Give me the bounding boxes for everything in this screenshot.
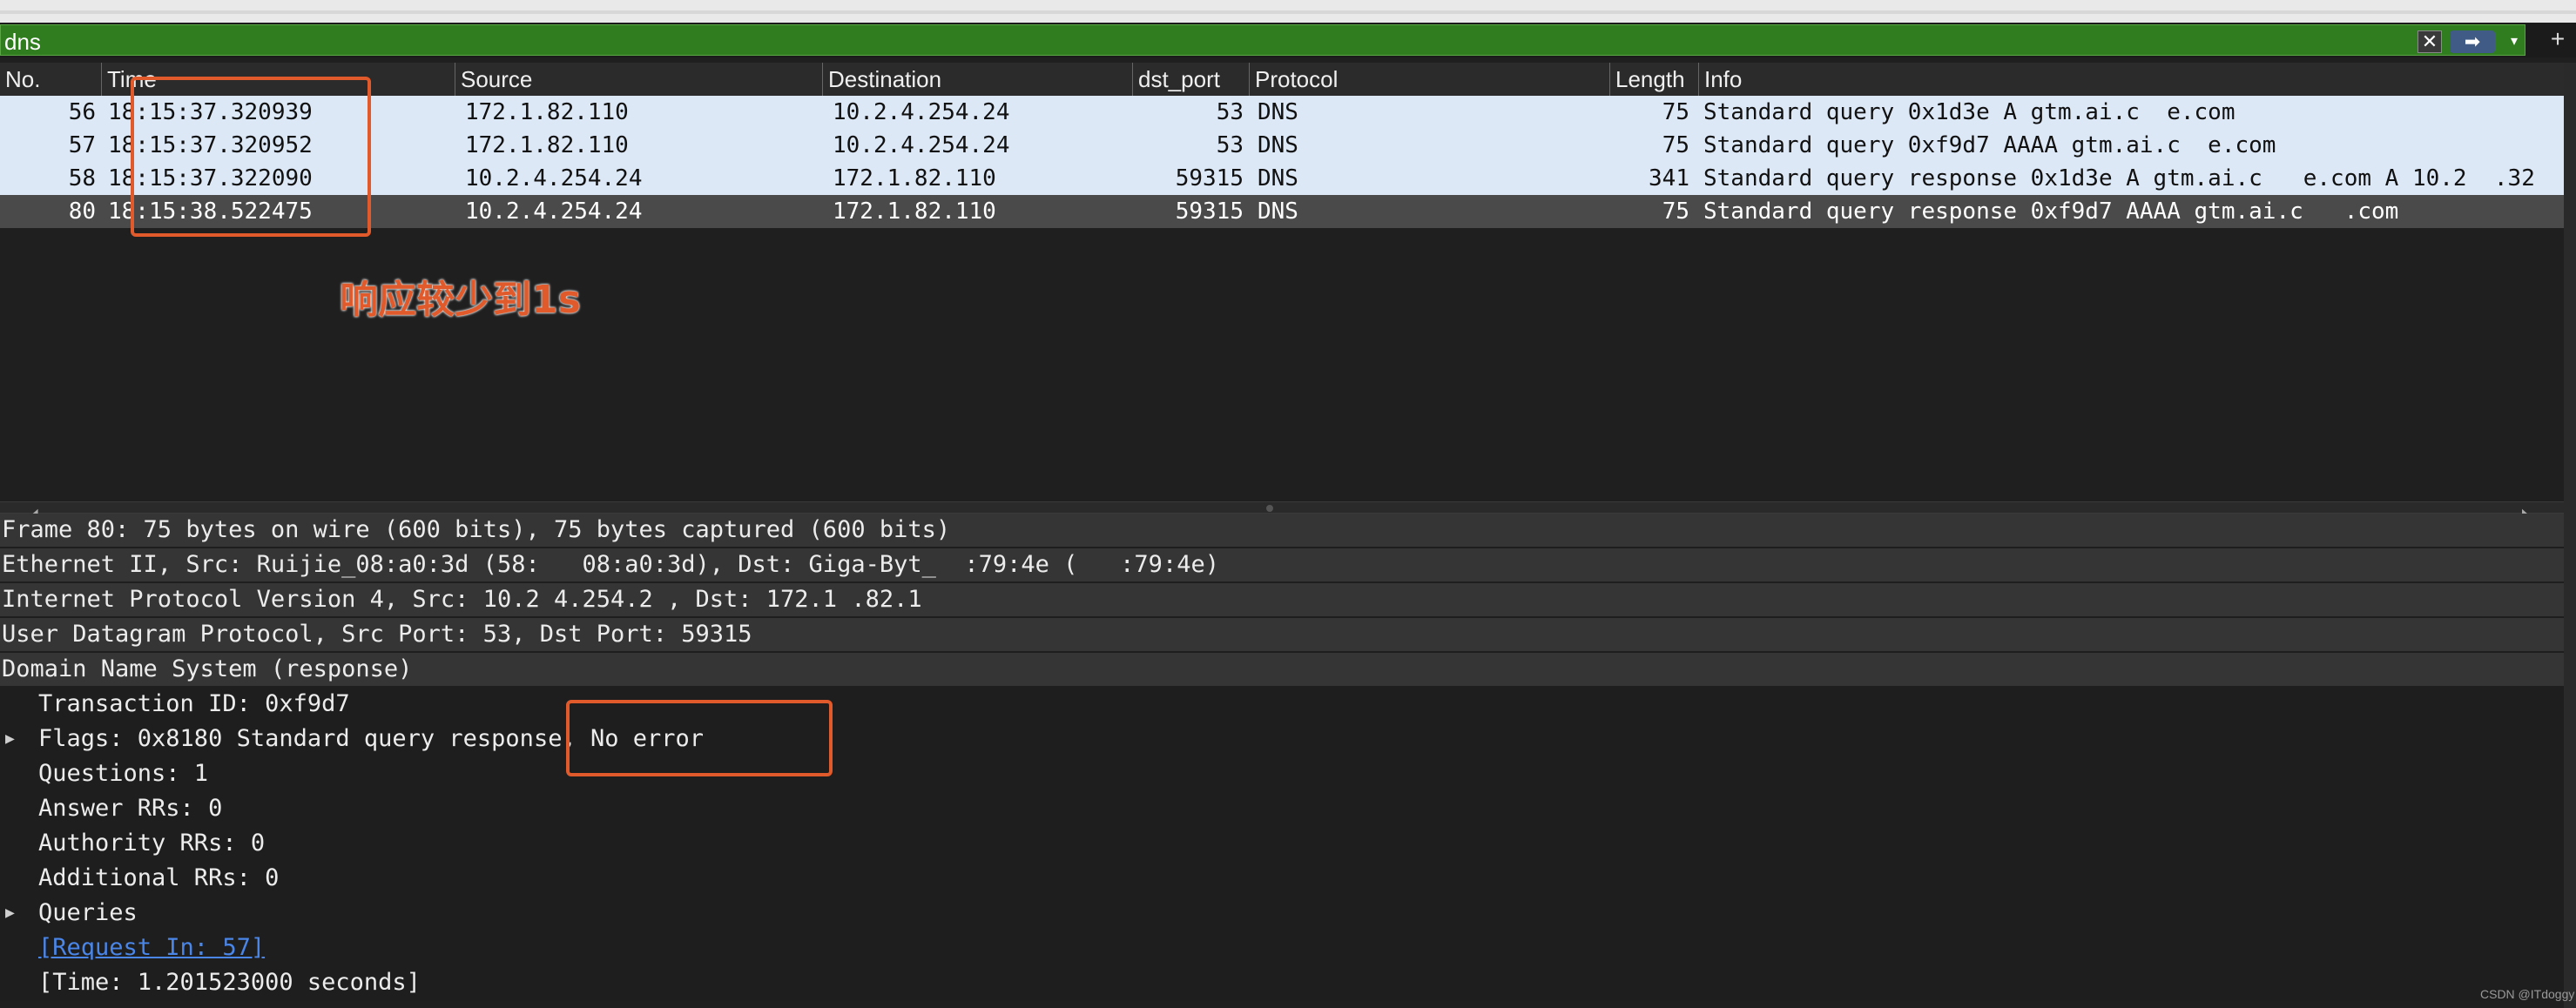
packet-dst-port: 53 [1216,99,1244,125]
packet-info: Standard query 0xf9d7 AAAA gtm.ai.c e.co… [1703,132,2276,158]
detail-ethernet[interactable]: Ethernet II, Src: Ruijie_08:a0:3d (58: 0… [0,548,2564,581]
expand-triangle-icon[interactable]: ▶ [5,722,15,756]
packet-dst-port: 59315 [1175,198,1244,225]
add-filter-button-icon[interactable]: + [2545,26,2571,52]
packet-source: 10.2.4.254.24 [465,165,643,192]
packet-protocol: DNS [1258,132,1298,158]
packet-destination: 10.2.4.254.24 [833,132,1010,158]
detail-transaction-id[interactable]: Transaction ID: 0xf9d7 [0,688,2564,721]
detail-time[interactable]: [Time: 1.201523000 seconds] [0,966,2564,999]
column-header-protocol[interactable]: Protocol [1249,63,1609,96]
packet-protocol: DNS [1258,165,1298,192]
detail-frame[interactable]: Frame 80: 75 bytes on wire (600 bits), 7… [0,514,2564,547]
detail-answer-rrs[interactable]: Answer RRs: 0 [0,792,2564,825]
window-top-strip [0,0,2576,24]
splitter-handle[interactable] [1266,505,1273,512]
watermark: CSDN @ITdoggy [2480,987,2575,1001]
table-row[interactable]: 56 18:15:37.320939 172.1.82.110 10.2.4.2… [0,96,2564,129]
packet-length: 341 [1649,165,1689,192]
time-annotation-box [131,77,371,237]
column-header-source[interactable]: Source [455,63,822,96]
detail-ip[interactable]: Internet Protocol Version 4, Src: 10.2 4… [0,583,2564,616]
packet-length: 75 [1662,99,1689,125]
packet-protocol: DNS [1258,198,1298,225]
packet-details-pane: Frame 80: 75 bytes on wire (600 bits), 7… [0,514,2564,1001]
packet-length: 75 [1662,132,1689,158]
display-filter-bar: dns ✕ ➡ ▾ + [0,23,2576,57]
detail-request-in-link[interactable]: [Request In: 57] [0,931,2564,964]
packet-info: Standard query response 0x1d3e A gtm.ai.… [1703,165,2535,192]
packet-dst-port: 59315 [1175,165,1244,192]
packet-destination: 172.1.82.110 [833,165,996,192]
annotation-label: 响应较少到1s [340,278,581,322]
filter-dropdown-icon[interactable]: ▾ [2502,30,2526,53]
detail-additional-rrs[interactable]: Additional RRs: 0 [0,862,2564,895]
detail-questions[interactable]: Questions: 1 [0,757,2564,790]
packet-source: 172.1.82.110 [465,99,629,125]
column-header-length[interactable]: Length [1609,63,1698,96]
detail-queries[interactable]: ▶ Queries [0,897,2564,930]
column-header-destination[interactable]: Destination [822,63,1132,96]
detail-dns[interactable]: Domain Name System (response) [0,653,2564,686]
packet-source: 172.1.82.110 [465,132,629,158]
top-strip-line [0,10,2576,14]
packet-number: 58 [68,165,96,192]
packet-number: 80 [68,198,96,225]
detail-udp[interactable]: User Datagram Protocol, Src Port: 53, Ds… [0,618,2564,651]
apply-filter-icon[interactable]: ➡ [2450,30,2495,53]
packet-length: 75 [1662,198,1689,225]
packet-list-header: No. Time Source Destination dst_port Pro… [0,63,2564,97]
pane-splitter[interactable] [0,501,2564,514]
packet-destination: 10.2.4.254.24 [833,99,1010,125]
packet-destination: 172.1.82.110 [833,198,996,225]
packet-info: Standard query 0x1d3e A gtm.ai.c e.com [1703,99,2235,125]
column-header-no[interactable]: No. [0,63,101,96]
packet-dst-port: 53 [1216,132,1244,158]
packet-number: 57 [68,132,96,158]
filter-text: dns [4,29,41,55]
column-header-info[interactable]: Info [1698,63,2564,96]
packet-source: 10.2.4.254.24 [465,198,643,225]
packet-number: 56 [68,99,96,125]
table-row-selected[interactable]: 80 18:15:38.522475 10.2.4.254.24 172.1.8… [0,195,2564,228]
packet-protocol: DNS [1258,99,1298,125]
expand-triangle-icon[interactable]: ▶ [5,897,15,930]
vertical-scrollbar[interactable] [2564,63,2576,1008]
display-filter-input[interactable]: dns ✕ ➡ ▾ [0,24,2525,56]
table-row[interactable]: 57 18:15:37.320952 172.1.82.110 10.2.4.2… [0,129,2564,162]
detail-flags[interactable]: ▶ Flags: 0x8180 Standard query response, … [0,722,2564,756]
packet-info: Standard query response 0xf9d7 AAAA gtm.… [1703,198,2399,225]
column-header-dst-port[interactable]: dst_port [1132,63,1249,96]
table-row[interactable]: 58 18:15:37.322090 10.2.4.254.24 172.1.8… [0,162,2564,195]
detail-authority-rrs[interactable]: Authority RRs: 0 [0,827,2564,860]
clear-filter-icon[interactable]: ✕ [2418,30,2442,53]
no-error-annotation-box [566,700,833,776]
